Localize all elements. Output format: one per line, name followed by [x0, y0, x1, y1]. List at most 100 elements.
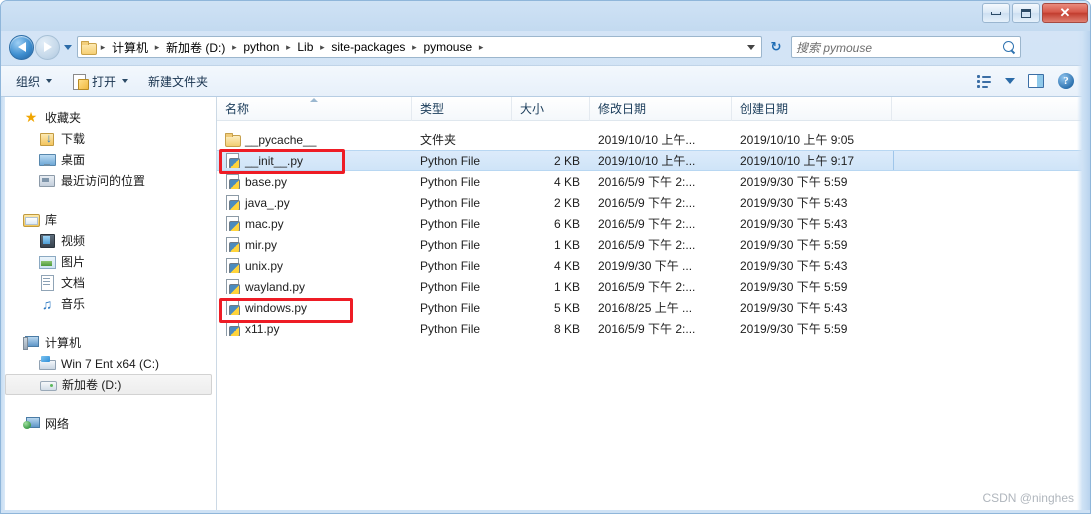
file-modified-cell: 2016/5/9 下午 2:... [598, 280, 696, 294]
close-button[interactable]: ✕ [1042, 3, 1088, 23]
sidebar-item-recent-places[interactable]: 最近访问的位置 [1, 170, 216, 191]
breadcrumb-item-site-packages[interactable]: site-packages [327, 38, 409, 56]
table-row[interactable]: __pycache__ 文件夹 2019/10/10 上午... 2019/10… [217, 129, 1090, 150]
breadcrumb-item-drive-d[interactable]: 新加卷 (D:) [162, 37, 229, 58]
sidebar-item-documents[interactable]: 文档 [1, 272, 216, 293]
sidebar-item-pictures[interactable]: 图片 [1, 251, 216, 272]
back-button[interactable] [9, 34, 34, 60]
table-row[interactable]: x11.py Python File 8 KB 2016/5/9 下午 2:..… [217, 318, 1090, 339]
refresh-button[interactable]: ↻ [765, 36, 787, 58]
breadcrumb-item-python[interactable]: python [239, 38, 283, 56]
help-icon: ? [1058, 73, 1074, 89]
column-header-modified[interactable]: 修改日期 [590, 97, 732, 121]
file-name: mac.py [245, 216, 284, 231]
nav-group-computer: 计算机 Win 7 Ent x64 (C:) 新加卷 (D:) [1, 332, 216, 395]
sidebar-item-music[interactable]: ♫ 音乐 [1, 293, 216, 314]
file-name-cell: mac.py [217, 216, 412, 231]
python-file-icon [225, 174, 240, 189]
recent-pages-dropdown[interactable] [61, 36, 75, 58]
file-created-cell: 2019/9/30 下午 5:43 [740, 196, 848, 210]
file-name: unix.py [245, 258, 284, 273]
file-name: wayland.py [245, 279, 306, 294]
chevron-down-icon [1005, 78, 1015, 84]
forward-button[interactable] [35, 34, 60, 60]
address-bar-row: ▸ 计算机 ▸ 新加卷 (D:) ▸ python ▸ Lib ▸ site-p… [1, 31, 1090, 63]
breadcrumb-item-pymouse[interactable]: pymouse [419, 38, 476, 56]
table-row[interactable]: base.py Python File 4 KB 2016/5/9 下午 2:.… [217, 171, 1090, 192]
sidebar-label: 视频 [61, 234, 86, 248]
breadcrumb-separator[interactable]: ▸ [98, 42, 108, 53]
breadcrumb-separator[interactable]: ▸ [317, 42, 327, 53]
breadcrumb-separator[interactable]: ▸ [152, 42, 162, 53]
column-label: 大小 [520, 102, 545, 116]
sidebar-label: 计算机 [45, 336, 82, 350]
sidebar-item-drive-c[interactable]: Win 7 Ent x64 (C:) [1, 353, 216, 374]
python-file-icon [225, 258, 240, 273]
file-name: __pycache__ [245, 132, 317, 147]
table-row[interactable]: mir.py Python File 1 KB 2016/5/9 下午 2:..… [217, 234, 1090, 255]
organize-button[interactable]: 组织 [7, 69, 61, 93]
file-size-cell: 1 KB [553, 279, 580, 294]
breadcrumb-separator[interactable]: ▸ [283, 42, 293, 53]
sidebar-item-downloads[interactable]: 下载 [1, 128, 216, 149]
column-label: 名称 [225, 102, 250, 116]
table-row[interactable]: wayland.py Python File 1 KB 2016/5/9 下午 … [217, 276, 1090, 297]
arrow-right-icon [43, 42, 52, 52]
search-icon [1003, 40, 1016, 54]
search-box[interactable]: 搜索 pymouse [791, 36, 1021, 58]
column-label: 类型 [420, 102, 445, 116]
table-row[interactable]: mac.py Python File 6 KB 2016/5/9 下午 2:..… [217, 213, 1090, 234]
python-file-icon [225, 279, 240, 294]
sidebar-item-computer[interactable]: 计算机 [1, 332, 216, 353]
view-list-icon [976, 74, 992, 88]
breadcrumb-separator[interactable]: ▸ [229, 42, 239, 53]
column-header-name[interactable]: 名称 [217, 97, 412, 121]
breadcrumb-separator[interactable]: ▸ [476, 42, 486, 53]
address-history-dropdown[interactable] [743, 37, 759, 57]
breadcrumb-item-computer[interactable]: 计算机 [108, 37, 152, 58]
preview-pane-icon [1028, 74, 1044, 88]
column-header-created[interactable]: 创建日期 [732, 97, 892, 121]
sidebar-label: 最近访问的位置 [61, 174, 146, 188]
maximize-button[interactable] [1012, 3, 1040, 23]
minimize-button[interactable] [982, 3, 1010, 23]
file-created-cell: 2019/9/30 下午 5:59 [740, 280, 848, 294]
column-label: 修改日期 [598, 102, 647, 116]
sidebar-item-favorites[interactable]: ★ 收藏夹 [1, 107, 216, 128]
table-row[interactable]: windows.py Python File 5 KB 2016/8/25 上午… [217, 297, 1090, 318]
python-file-icon [225, 153, 240, 168]
table-row[interactable]: __init__.py Python File 2 KB 2019/10/10 … [217, 150, 1090, 171]
breadcrumb-item-lib[interactable]: Lib [293, 38, 317, 56]
change-view-dropdown[interactable] [1000, 69, 1020, 93]
file-created-cell: 2019/9/30 下午 5:43 [740, 259, 848, 273]
breadcrumb-separator[interactable]: ▸ [409, 42, 419, 53]
column-header-size[interactable]: 大小 [512, 97, 590, 121]
open-button[interactable]: 打开 [63, 69, 137, 93]
sidebar-item-videos[interactable]: 视频 [1, 230, 216, 251]
file-size-cell: 5 KB [553, 300, 580, 315]
change-view-button[interactable] [970, 69, 998, 93]
organize-label: 组织 [16, 74, 41, 89]
sidebar-item-drive-d[interactable]: 新加卷 (D:) [5, 374, 212, 395]
sidebar-item-desktop[interactable]: 桌面 [1, 149, 216, 170]
column-header-type[interactable]: 类型 [412, 97, 512, 121]
file-name-cell: java_.py [217, 195, 412, 210]
help-button[interactable]: ? [1052, 69, 1080, 93]
title-bar: ✕ [1, 1, 1090, 31]
sidebar-label: 桌面 [61, 153, 86, 167]
preview-pane-button[interactable] [1022, 69, 1050, 93]
sidebar-item-libraries[interactable]: 库 [1, 209, 216, 230]
address-bar[interactable]: ▸ 计算机 ▸ 新加卷 (D:) ▸ python ▸ Lib ▸ site-p… [77, 36, 762, 58]
file-created-cell: 2019/10/10 上午 9:05 [740, 133, 855, 147]
sidebar-item-network[interactable]: 网络 [1, 413, 216, 434]
table-row[interactable]: java_.py Python File 2 KB 2016/5/9 下午 2:… [217, 192, 1090, 213]
file-created-cell: 2019/9/30 下午 5:43 [740, 301, 848, 315]
search-input[interactable]: 搜索 pymouse [796, 39, 1003, 56]
navigation-buttons [9, 34, 75, 60]
drive-d-icon [40, 377, 57, 392]
new-folder-button[interactable]: 新建文件夹 [139, 69, 217, 93]
watermark: CSDN @ninghes [982, 491, 1074, 505]
table-row[interactable]: unix.py Python File 4 KB 2019/9/30 下午 ..… [217, 255, 1090, 276]
file-name-cell: x11.py [217, 321, 412, 336]
chevron-down-icon [122, 79, 129, 83]
